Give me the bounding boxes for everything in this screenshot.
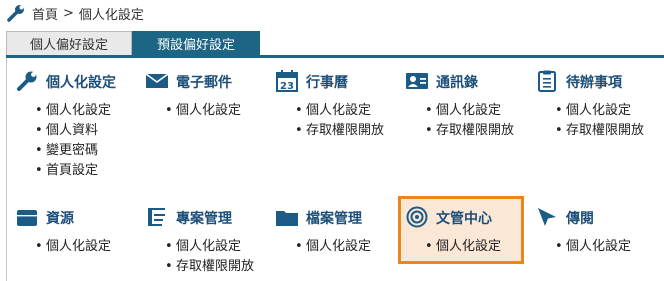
cursor-arrow-icon xyxy=(538,208,556,226)
link-change-password[interactable]: 變更密碼 xyxy=(35,141,111,161)
card-links: 個人化設定 存取權限開放 xyxy=(425,101,514,141)
link-personal-settings[interactable]: 個人化設定 xyxy=(425,101,514,121)
link-access-permissions[interactable]: 存取權限開放 xyxy=(555,121,644,141)
link-access-permissions[interactable]: 存取權限開放 xyxy=(425,121,514,141)
breadcrumb-home[interactable]: 首頁 xyxy=(32,4,58,23)
card-title[interactable]: 電子郵件 xyxy=(176,72,232,92)
project-icon xyxy=(148,208,165,226)
card-title[interactable]: 傳閱 xyxy=(566,208,594,228)
card-links: 個人化設定 個人資料 變更密碼 首頁設定 xyxy=(35,101,111,181)
tab-default-preferences[interactable]: 預設偏好設定 xyxy=(132,31,260,55)
link-access-permissions[interactable]: 存取權限開放 xyxy=(295,121,384,141)
link-personal-settings[interactable]: 個人化設定 xyxy=(165,237,254,257)
card-links: 個人化設定 xyxy=(35,237,111,257)
card-title[interactable]: 待辦事項 xyxy=(566,72,622,92)
envelope-icon xyxy=(145,73,169,88)
link-personal-settings[interactable]: 個人化設定 xyxy=(165,101,241,121)
card-links: 個人化設定 存取權限開放 xyxy=(555,101,644,141)
link-personal-settings[interactable]: 個人化設定 xyxy=(425,237,501,257)
link-personal-settings[interactable]: 個人化設定 xyxy=(555,237,631,257)
wrench-icon xyxy=(7,5,24,22)
link-personal-settings[interactable]: 個人化設定 xyxy=(555,101,644,121)
card-links: 個人化設定 存取權限開放 xyxy=(295,101,384,141)
card-links: 個人化設定 xyxy=(425,237,501,257)
card-title[interactable]: 通訊錄 xyxy=(436,72,478,92)
breadcrumb-current: 個人化設定 xyxy=(78,7,144,23)
tab-personal-preferences[interactable]: 個人偏好設定 xyxy=(6,31,132,55)
breadcrumb: 首頁 > 個人化設定 xyxy=(6,3,144,23)
contact-card-icon xyxy=(406,73,428,89)
link-personal-settings[interactable]: 個人化設定 xyxy=(295,237,371,257)
wrench-icon xyxy=(17,71,37,91)
card-title[interactable]: 資源 xyxy=(46,208,74,228)
card-links: 個人化設定 xyxy=(295,237,371,257)
card-title[interactable]: 行事曆 xyxy=(306,72,348,92)
settings-panel: 個人化設定 個人化設定 個人資料 變更密碼 首頁設定 電子郵件 個人化設定 23… xyxy=(6,58,664,281)
link-access-permissions[interactable]: 存取權限開放 xyxy=(165,257,254,277)
card-links: 個人化設定 存取權限開放 xyxy=(165,237,254,277)
link-personal-info[interactable]: 個人資料 xyxy=(35,121,111,141)
folder-icon xyxy=(276,211,298,226)
link-personal-settings[interactable]: 個人化設定 xyxy=(35,101,111,121)
target-icon xyxy=(406,206,428,228)
card-title[interactable]: 個人化設定 xyxy=(46,72,116,92)
link-personal-settings[interactable]: 個人化設定 xyxy=(35,237,111,257)
link-personal-settings[interactable]: 個人化設定 xyxy=(295,101,384,121)
breadcrumb-separator: > xyxy=(63,5,74,21)
clipboard-icon xyxy=(538,70,556,92)
card-title[interactable]: 文管中心 xyxy=(436,208,492,228)
card-title[interactable]: 專案管理 xyxy=(176,208,232,228)
calendar-day-number: 23 xyxy=(280,81,294,92)
box-icon xyxy=(17,210,37,226)
calendar-icon: 23 xyxy=(276,70,298,92)
link-homepage-settings[interactable]: 首頁設定 xyxy=(35,161,111,181)
card-title[interactable]: 檔案管理 xyxy=(306,208,362,228)
card-links: 個人化設定 xyxy=(555,237,631,257)
preference-tabs: 個人偏好設定 預設偏好設定 xyxy=(6,31,260,55)
card-links: 個人化設定 xyxy=(165,101,241,121)
